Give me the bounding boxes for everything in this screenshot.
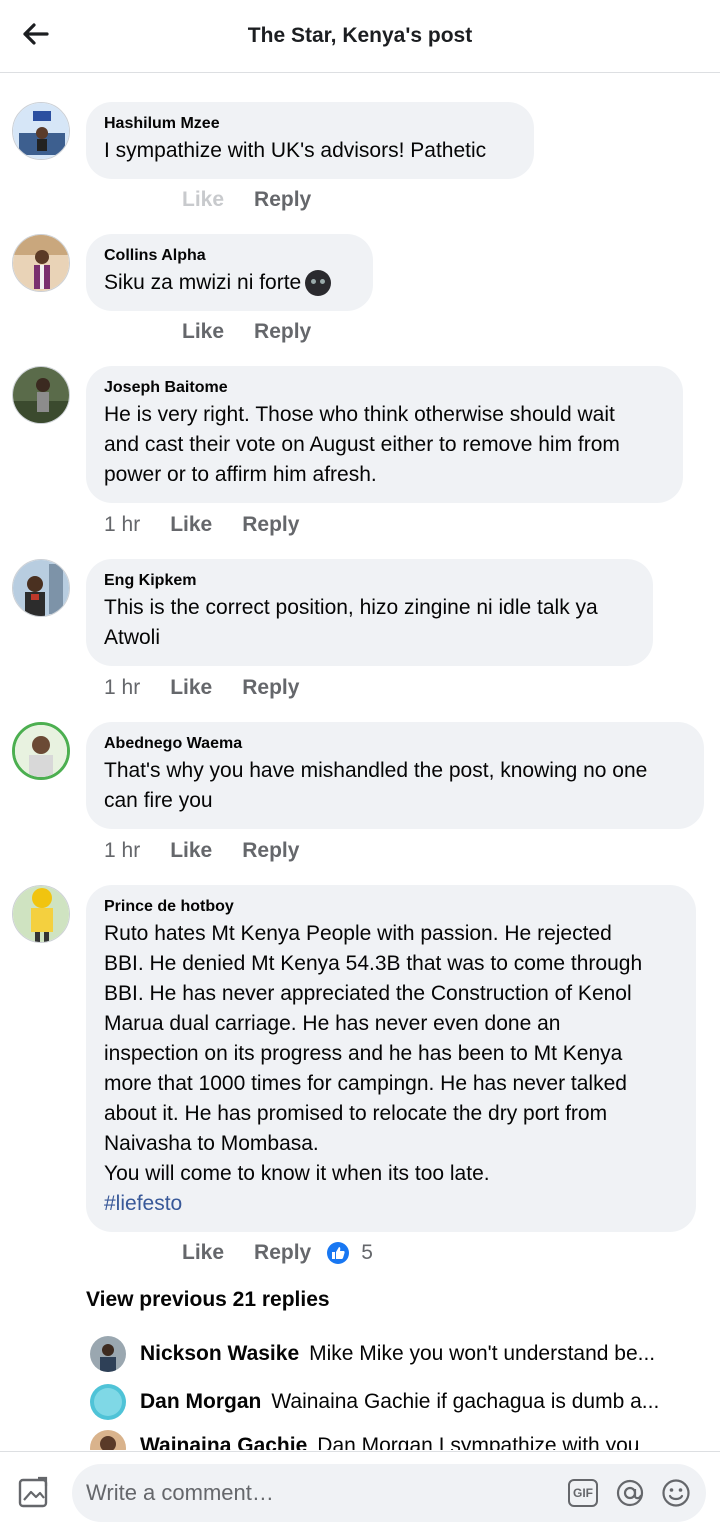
reply-button[interactable]: Reply [254, 188, 311, 212]
reply-button[interactable]: Reply [242, 676, 299, 700]
comment-bubble: Eng Kipkem This is the correct position,… [86, 559, 653, 666]
comment-author[interactable]: Abednego Waema [104, 734, 686, 754]
reply-author[interactable]: Dan Morgan [140, 1390, 261, 1414]
reply-preview[interactable]: Wainaina Gachie Dan Morgan I sympathize … [90, 1428, 710, 1450]
comment-timestamp: 1 hr [104, 839, 141, 862]
comment-text-content: Siku za mwizi ni forte [104, 271, 302, 294]
comment-timestamp: 1 hr [104, 676, 141, 699]
comment-author[interactable]: Joseph Baitome [104, 378, 665, 398]
comment-composer: GIF [0, 1451, 720, 1533]
comment-input-box[interactable]: GIF [72, 1464, 706, 1522]
avatar[interactable] [12, 885, 70, 943]
smirking-face-emoji-icon [305, 270, 332, 297]
hashtag-link[interactable]: #liefesto [104, 1189, 678, 1219]
comment-bubble: Abednego Waema That's why you have misha… [86, 722, 704, 829]
reply-preview[interactable]: Dan Morgan Wainaina Gachie if gachagua i… [90, 1382, 710, 1422]
reply-button[interactable]: Reply [242, 839, 299, 863]
reply-button[interactable]: Reply [242, 513, 299, 537]
reply-author[interactable]: Nickson Wasike [140, 1342, 299, 1366]
comment-text: That's why you have mishandled the post,… [104, 759, 648, 812]
comment-text: This is the correct position, hizo zingi… [104, 596, 598, 649]
mention-button[interactable] [614, 1477, 646, 1509]
comment-bubble: Prince de hotboy Ruto hates Mt Kenya Peo… [86, 885, 696, 1232]
reply-text: Dan Morgan I sympathize with you [317, 1434, 640, 1450]
reply-button[interactable]: Reply [254, 320, 311, 344]
comment-actions: Like Reply [182, 188, 311, 212]
avatar [90, 1430, 126, 1450]
comment-bubble: Collins Alpha Siku za mwizi ni forte [86, 234, 373, 311]
comment-actions: 1 hr Like Reply [104, 676, 299, 700]
photo-icon [18, 1476, 48, 1508]
like-button[interactable]: Like [182, 320, 224, 344]
like-button[interactable]: Like [182, 188, 224, 212]
avatar [90, 1336, 126, 1372]
comment-actions: 1 hr Like Reply [104, 513, 299, 537]
comment-author[interactable]: Eng Kipkem [104, 571, 635, 591]
comment-text: He is very right. Those who think otherw… [104, 403, 620, 486]
comment-actions: Like Reply [182, 320, 311, 344]
view-previous-replies-link[interactable]: View previous 21 replies [86, 1288, 330, 1312]
comment-actions: Like Reply 5 [182, 1241, 373, 1265]
reply-author[interactable]: Wainaina Gachie [140, 1428, 307, 1450]
avatar[interactable] [12, 722, 70, 780]
thumbs-up-icon[interactable] [327, 1242, 350, 1264]
comment-text: I sympathize with UK's advisors! Patheti… [104, 139, 487, 162]
comment-actions: 1 hr Like Reply [104, 839, 299, 863]
comment-text: Ruto hates Mt Kenya People with passion.… [104, 922, 643, 1185]
avatar[interactable] [12, 102, 70, 160]
like-button[interactable]: Like [170, 839, 212, 863]
photo-button[interactable] [16, 1474, 54, 1512]
comment-author[interactable]: Prince de hotboy [104, 897, 678, 917]
comment-timestamp: 1 hr [104, 513, 141, 536]
comment-bubble: Joseph Baitome He is very right. Those w… [86, 366, 683, 503]
post-header: The Star, Kenya's post [0, 0, 720, 73]
reply-preview[interactable]: Nickson Wasike Mike Mike you won't under… [90, 1334, 710, 1374]
like-button[interactable]: Like [170, 513, 212, 537]
at-icon [616, 1479, 644, 1507]
like-button[interactable]: Like [170, 676, 212, 700]
smiley-icon [662, 1479, 690, 1507]
avatar[interactable] [12, 366, 70, 424]
page-title: The Star, Kenya's post [247, 24, 473, 47]
reaction-count[interactable]: 5 [361, 1241, 373, 1265]
gif-button[interactable]: GIF [568, 1479, 598, 1507]
comment-author[interactable]: Collins Alpha [104, 246, 355, 266]
comment-input[interactable] [86, 1464, 546, 1522]
comment-text: Siku za mwizi ni forte [104, 268, 355, 298]
comment-author[interactable]: Hashilum Mzee [104, 114, 516, 134]
reply-text: Mike Mike you won't understand be... [309, 1342, 656, 1365]
reply-text: Wainaina Gachie if gachagua is dumb a... [271, 1390, 660, 1413]
comment-bubble: Hashilum Mzee I sympathize with UK's adv… [86, 102, 534, 179]
avatar[interactable] [12, 559, 70, 617]
emoji-button[interactable] [660, 1477, 692, 1509]
like-button[interactable]: Like [182, 1241, 224, 1265]
reply-button[interactable]: Reply [254, 1241, 311, 1265]
avatar[interactable] [12, 234, 70, 292]
avatar [90, 1384, 126, 1420]
